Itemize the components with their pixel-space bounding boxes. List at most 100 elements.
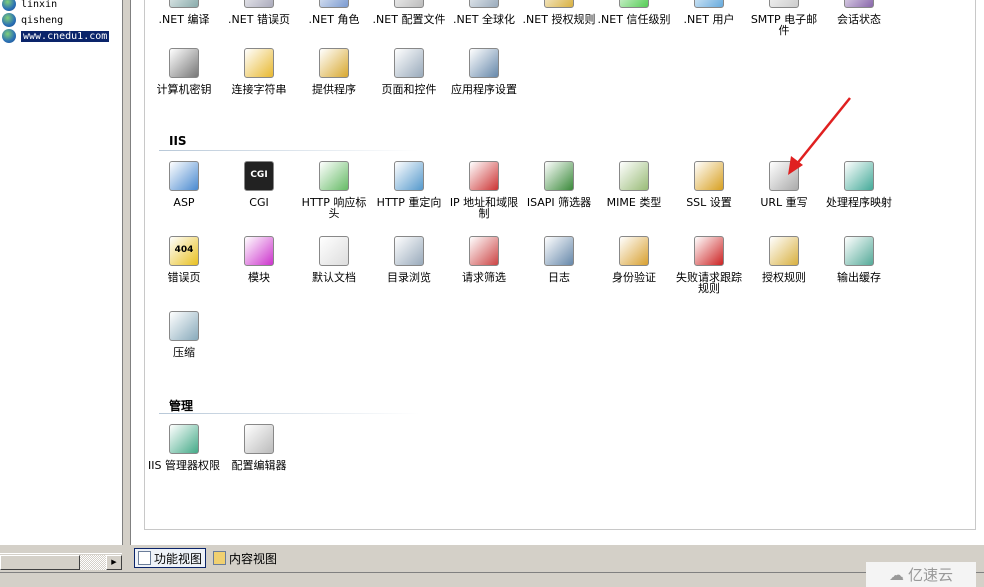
feature-item[interactable]: .NET 授权规则 (522, 0, 596, 25)
group-divider (159, 150, 419, 151)
icon-text: CGI (250, 170, 268, 180)
feature-item[interactable]: 应用程序设置 (447, 48, 521, 95)
tree-node-site[interactable]: qisheng (2, 12, 63, 28)
feature-label: .NET 错误页 (228, 13, 290, 26)
connections-tree: linxin qisheng www.cnedu1.com (0, 0, 122, 545)
feature-item[interactable]: 输出缓存 (822, 236, 896, 283)
tree-node-label: linxin (21, 0, 58, 10)
feature-label: 身份验证 (612, 271, 656, 284)
feature-item[interactable]: HTTP 响应标头 (297, 161, 371, 219)
smtp-icon (769, 0, 799, 8)
feature-item[interactable]: .NET 角色 (297, 0, 371, 25)
feature-label: ASP (173, 196, 195, 209)
tree-node-site[interactable]: linxin (2, 0, 57, 12)
feature-item[interactable]: 配置编辑器 (222, 424, 296, 471)
feature-item[interactable]: 默认文档 (297, 236, 371, 283)
scrollbar-thumb[interactable] (0, 555, 80, 570)
authorization-icon (544, 0, 574, 8)
feature-item[interactable]: .NET 用户 (672, 0, 746, 25)
feature-item[interactable]: MIME 类型 (597, 161, 671, 208)
feature-item[interactable]: 授权规则 (747, 236, 821, 283)
feature-item[interactable]: 404 错误页 (147, 236, 221, 283)
http-headers-icon (319, 161, 349, 191)
features-view-icon (138, 551, 151, 565)
feature-label: 配置编辑器 (231, 459, 287, 472)
handler-mappings-icon (844, 161, 874, 191)
error-page-icon (244, 0, 274, 8)
feature-label: SMTP 电子邮件 (750, 13, 818, 37)
feature-item[interactable]: ISAPI 筛选器 (522, 161, 596, 208)
feature-item[interactable]: 连接字符串 (222, 48, 296, 95)
features-view-label: 功能视图 (154, 551, 203, 566)
scroll-right-arrow-icon[interactable]: ▶ (106, 555, 122, 570)
feature-item[interactable]: HTTP 重定向 (372, 161, 446, 208)
feature-label: 失败请求跟踪规则 (676, 271, 742, 295)
feature-item[interactable]: 目录浏览 (372, 236, 446, 283)
content-view-tab[interactable]: 内容视图 (210, 548, 280, 568)
compile-icon (169, 0, 199, 8)
globe-icon (2, 29, 16, 43)
feature-label: CGI (249, 196, 269, 209)
iis-manager-permissions-icon (169, 424, 199, 454)
feature-label: IP 地址和域限制 (449, 196, 519, 220)
globalization-icon (469, 0, 499, 8)
feature-item[interactable]: .NET 编译 (147, 0, 221, 25)
failed-request-tracing-icon (694, 236, 724, 266)
feature-item[interactable]: 计算机密钥 (147, 48, 221, 95)
feature-label: 会话状态 (837, 13, 881, 26)
feature-label: 处理程序映射 (826, 196, 892, 209)
users-icon (694, 0, 724, 8)
tree-node-site[interactable]: www.cnedu1.com (2, 28, 111, 44)
feature-item[interactable]: .NET 配置文件 (372, 0, 446, 25)
session-state-icon (844, 0, 874, 8)
configuration-editor-icon (244, 424, 274, 454)
feature-item[interactable]: 身份验证 (597, 236, 671, 283)
pane-splitter[interactable] (122, 0, 130, 545)
feature-label: 连接字符串 (231, 83, 287, 96)
tree-horizontal-scrollbar[interactable]: ▶ (0, 553, 122, 570)
feature-item[interactable]: 压缩 (147, 311, 221, 358)
request-filtering-icon (469, 236, 499, 266)
trust-level-icon (619, 0, 649, 8)
group-header: IIS (169, 134, 187, 148)
feature-item[interactable]: SMTP 电子邮件 (747, 0, 821, 36)
directory-browsing-icon (394, 236, 424, 266)
feature-item[interactable]: 失败请求跟踪规则 (672, 236, 746, 294)
watermark-text: 亿速云 (907, 566, 953, 584)
globe-icon (2, 13, 16, 27)
scrollbar-track[interactable] (80, 555, 106, 570)
watermark-logo: ☁ 亿速云 (866, 562, 976, 587)
features-pane: .NET 编译 .NET 错误页 .NET 角色 .NET 配置文件 .NET 全球化.… (130, 0, 984, 545)
feature-item[interactable]: 请求筛选 (447, 236, 521, 283)
roles-icon (319, 0, 349, 8)
feature-item[interactable]: 模块 (222, 236, 296, 283)
feature-item[interactable]: 日志 (522, 236, 596, 283)
modules-icon (244, 236, 274, 266)
features-view-tab[interactable]: 功能视图 (134, 548, 207, 568)
feature-item[interactable]: URL 重写 (747, 161, 821, 208)
feature-item[interactable]: ASP (147, 161, 221, 208)
feature-item[interactable]: IP 地址和域限制 (447, 161, 521, 219)
feature-label: HTTP 重定向 (376, 196, 442, 209)
feature-item[interactable]: SSL 设置 (672, 161, 746, 208)
feature-label: 应用程序设置 (451, 83, 517, 96)
default-document-icon (319, 236, 349, 266)
feature-label: ISAPI 筛选器 (526, 196, 592, 209)
feature-label: 目录浏览 (387, 271, 431, 284)
feature-item[interactable]: IIS 管理器权限 (147, 424, 221, 471)
feature-item[interactable]: 处理程序映射 (822, 161, 896, 208)
feature-item[interactable]: .NET 全球化 (447, 0, 521, 25)
profile-icon (394, 0, 424, 8)
feature-item[interactable]: 页面和控件 (372, 48, 446, 95)
cloud-icon: ☁ (888, 565, 904, 584)
feature-item[interactable]: 会话状态 (822, 0, 896, 25)
content-view-icon (213, 551, 226, 565)
machine-key-icon (169, 48, 199, 78)
feature-item[interactable]: 提供程序 (297, 48, 371, 95)
feature-item[interactable]: .NET 错误页 (222, 0, 296, 25)
icon-text: 404 (174, 245, 194, 255)
feature-label: .NET 全球化 (453, 13, 515, 26)
feature-item[interactable]: CGI CGI (222, 161, 296, 208)
feature-item[interactable]: .NET 信任级别 (597, 0, 671, 25)
feature-label: 提供程序 (312, 83, 356, 96)
